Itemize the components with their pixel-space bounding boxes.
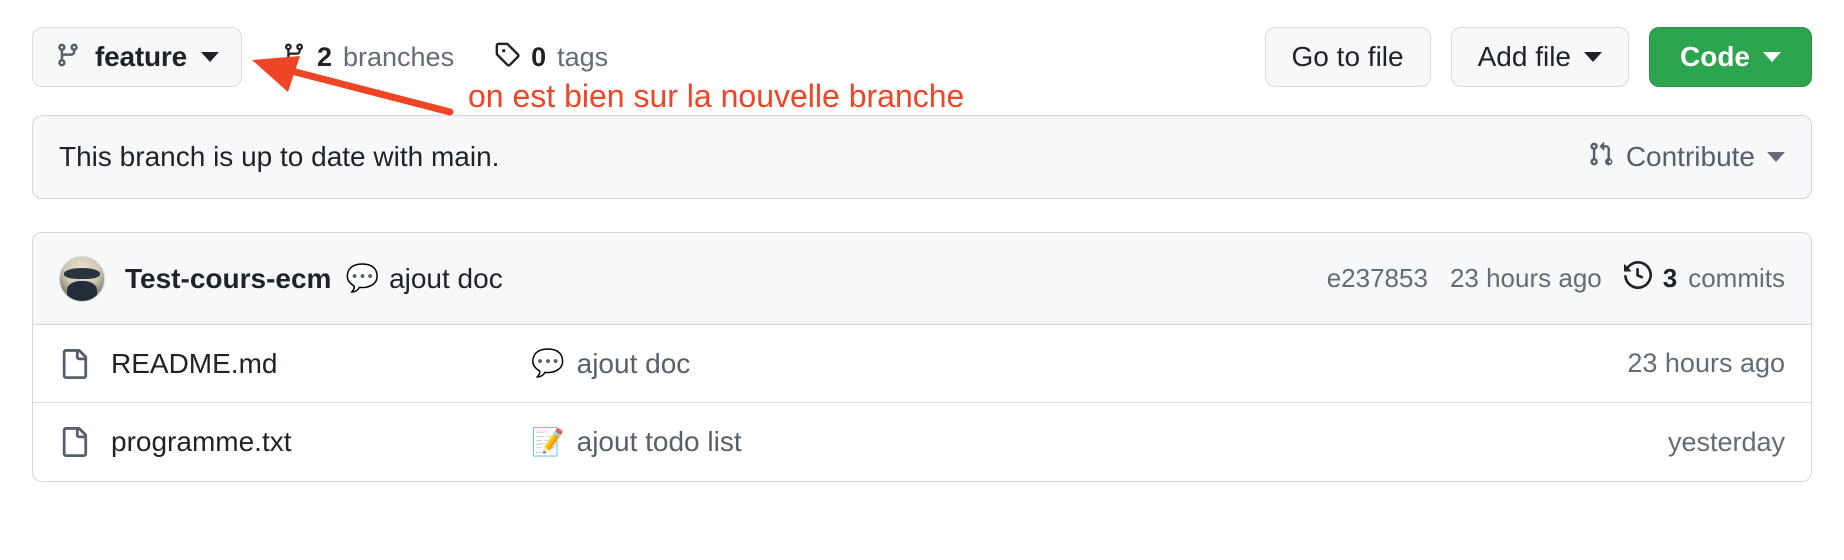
file-time: yesterday xyxy=(1667,426,1785,457)
speech-balloon-emoji-icon: 💬 xyxy=(531,348,565,378)
chevron-down-icon xyxy=(1763,52,1781,62)
repo-refs-meta: 2 branches 0 tags xyxy=(282,41,608,74)
tags-count-link[interactable]: 0 tags xyxy=(494,41,608,74)
code-label: Code xyxy=(1680,41,1750,72)
file-row[interactable]: README.md 💬 ajout doc 23 hours ago xyxy=(33,325,1811,403)
branch-status-panel: This branch is up to date with main. Con… xyxy=(32,115,1812,199)
branch-status-text: This branch is up to date with main. xyxy=(59,141,500,172)
file-list-panel: Test-cours-ecm 💬 ajout doc e237853 23 ho… xyxy=(32,232,1812,482)
branches-count: 2 xyxy=(316,41,332,72)
code-button[interactable]: Code xyxy=(1649,27,1812,87)
branch-selector-button[interactable]: feature xyxy=(32,27,242,87)
git-branch-icon xyxy=(282,41,306,74)
add-file-button[interactable]: Add file xyxy=(1450,27,1629,87)
add-file-label: Add file xyxy=(1477,41,1571,72)
speech-balloon-emoji-icon: 💬 xyxy=(345,263,380,293)
git-branch-icon xyxy=(55,41,81,74)
go-to-file-button[interactable]: Go to file xyxy=(1264,27,1431,87)
latest-commit-row: Test-cours-ecm 💬 ajout doc e237853 23 ho… xyxy=(33,233,1811,325)
contribute-label: Contribute xyxy=(1625,141,1755,172)
file-commit-message-text: ajout doc xyxy=(576,347,691,379)
file-time: 23 hours ago xyxy=(1627,348,1785,378)
chevron-down-icon xyxy=(1767,152,1785,162)
git-pull-request-icon xyxy=(1588,140,1614,175)
annotation-text: on est bien sur la nouvelle branche xyxy=(468,78,965,114)
repository-file-browser: feature 2 branches 0 tags Go to file Add… xyxy=(0,0,1844,560)
commit-time: 23 hours ago xyxy=(1449,263,1602,293)
chevron-down-icon xyxy=(1584,52,1602,62)
commits-count-value: 3 xyxy=(1662,263,1678,293)
file-commit-message[interactable]: 💬 ajout doc xyxy=(531,348,690,380)
tags-label: tags xyxy=(557,41,609,72)
file-name-link[interactable]: README.md xyxy=(111,348,531,380)
commit-message-link[interactable]: ajout doc xyxy=(389,263,503,295)
file-icon xyxy=(59,348,93,380)
commit-meta: e237853 23 hours ago 3 commits xyxy=(1327,260,1785,296)
tag-icon xyxy=(494,41,520,74)
file-commit-message[interactable]: 📝 ajout todo list xyxy=(531,426,742,458)
file-commit-message-text: ajout todo list xyxy=(576,426,742,457)
branches-label: branches xyxy=(343,41,455,72)
chevron-down-icon xyxy=(200,52,219,62)
avatar[interactable] xyxy=(59,255,105,302)
go-to-file-label: Go to file xyxy=(1291,41,1404,72)
commits-count-label: commits xyxy=(1688,263,1785,293)
commit-author-link[interactable]: Test-cours-ecm xyxy=(125,263,331,295)
file-icon xyxy=(59,426,93,458)
branches-count-link[interactable]: 2 branches xyxy=(282,41,454,74)
file-row[interactable]: programme.txt 📝 ajout todo list yesterda… xyxy=(33,403,1811,481)
memo-emoji-icon: 📝 xyxy=(531,426,565,457)
tags-count: 0 xyxy=(531,41,547,72)
file-name-link[interactable]: programme.txt xyxy=(111,426,531,458)
commit-sha-link[interactable]: e237853 xyxy=(1327,263,1428,294)
repo-actions: Go to file Add file Code xyxy=(1264,27,1812,87)
history-icon xyxy=(1623,260,1652,296)
contribute-button[interactable]: Contribute xyxy=(1588,140,1785,175)
branch-name-label: feature xyxy=(95,41,187,72)
commit-history-link[interactable]: 3 commits xyxy=(1623,260,1785,296)
